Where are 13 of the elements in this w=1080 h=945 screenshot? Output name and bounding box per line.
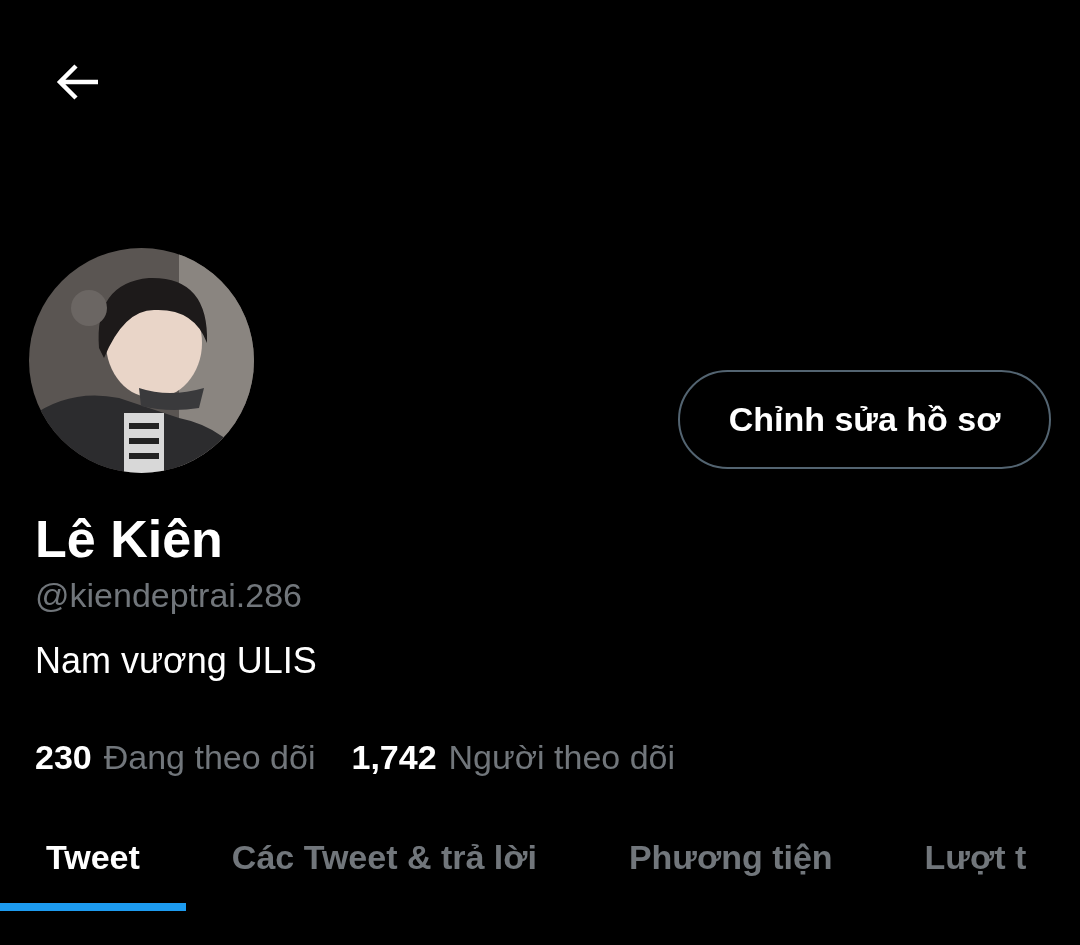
profile-tab[interactable]: Các Tweet & trả lời [185,825,583,911]
back-arrow-icon[interactable] [56,62,100,102]
profile-name: Lê Kiên [35,509,224,569]
edit-profile-button[interactable]: Chỉnh sửa hồ sơ [678,370,1051,469]
profile-tab[interactable]: Lượt t [878,825,1073,911]
profile-bio: Nam vương ULIS [35,639,318,683]
profile-handle: @kiendeptrai.286 [35,575,304,616]
stat-count[interactable]: 230 [35,735,92,779]
stat-label[interactable]: Người theo dõi [448,735,676,779]
stat-label[interactable]: Đang theo dõi [103,735,316,779]
profile-tab[interactable]: Tweet [0,825,186,911]
stat-count[interactable]: 1,742 [351,735,437,779]
profile-tab[interactable]: Phương tiện [582,825,879,911]
